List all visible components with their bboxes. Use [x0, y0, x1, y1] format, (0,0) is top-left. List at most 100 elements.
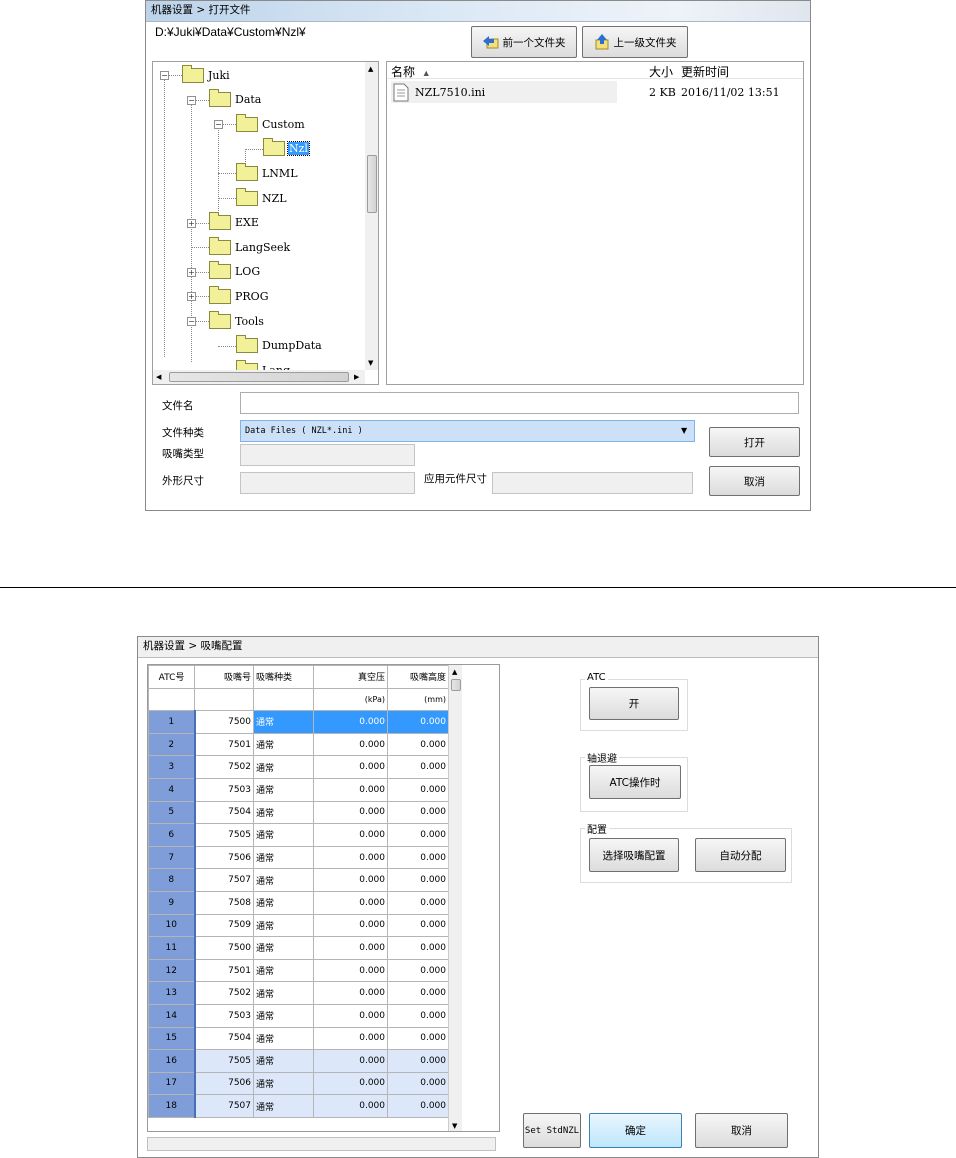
- tree-item-data[interactable]: Data: [209, 89, 262, 108]
- nozzle-number-cell[interactable]: 7503: [194, 1003, 254, 1028]
- vacuum-cell[interactable]: 0.000: [313, 868, 388, 892]
- table-row[interactable]: 7 7506 通常 0.000 0.000: [148, 845, 449, 870]
- grid-vertical-scrollbar[interactable]: ▲ ▼: [448, 665, 462, 1131]
- height-cell[interactable]: 0.000: [387, 777, 449, 802]
- ok-button[interactable]: 确定: [589, 1113, 682, 1148]
- tree-item-tools[interactable]: Tools: [209, 310, 265, 329]
- table-row[interactable]: 12 7501 通常 0.000 0.000: [148, 958, 449, 983]
- tree-item-lang[interactable]: Lang: [236, 359, 291, 370]
- nozzle-type-cell[interactable]: 通常: [253, 913, 314, 938]
- vacuum-cell[interactable]: 0.000: [313, 981, 388, 1005]
- vacuum-cell[interactable]: 0.000: [313, 890, 388, 915]
- tree-item-nzl[interactable]: NZL: [236, 187, 288, 206]
- vacuum-cell[interactable]: 0.000: [313, 755, 388, 779]
- collapse-icon[interactable]: −: [187, 95, 196, 105]
- table-row[interactable]: 14 7503 通常 0.000 0.000: [148, 1003, 449, 1028]
- nozzle-number-cell[interactable]: 7501: [194, 958, 254, 983]
- tree-scroll-thumb[interactable]: [367, 155, 377, 213]
- cancel-config-button[interactable]: 取消: [695, 1113, 788, 1148]
- tree-vertical-scrollbar[interactable]: ▲ ▼: [365, 62, 378, 370]
- nozzle-number-cell[interactable]: 7505: [194, 823, 254, 847]
- table-row[interactable]: 4 7503 通常 0.000 0.000: [148, 777, 449, 802]
- nozzle-number-cell[interactable]: 7509: [194, 913, 254, 938]
- nozzle-type-cell[interactable]: 通常: [253, 868, 314, 892]
- tree-item-log[interactable]: LOG: [209, 261, 261, 280]
- height-cell[interactable]: 0.000: [387, 800, 449, 825]
- filename-input[interactable]: [240, 392, 799, 414]
- scroll-up-icon[interactable]: ▲: [368, 65, 373, 73]
- scroll-down-icon[interactable]: ▼: [368, 359, 373, 367]
- height-cell[interactable]: 0.000: [387, 1071, 449, 1096]
- height-cell[interactable]: 0.000: [387, 1026, 449, 1051]
- nozzle-number-cell[interactable]: 7507: [194, 868, 254, 892]
- expand-icon[interactable]: +: [187, 218, 196, 228]
- height-cell[interactable]: 0.000: [387, 981, 449, 1005]
- table-row[interactable]: 13 7502 通常 0.000 0.000: [148, 981, 449, 1005]
- parent-folder-button[interactable]: 上一级文件夹: [582, 26, 688, 58]
- vacuum-cell[interactable]: 0.000: [313, 845, 388, 870]
- table-row[interactable]: 15 7504 通常 0.000 0.000: [148, 1026, 449, 1051]
- height-cell[interactable]: 0.000: [387, 1094, 449, 1118]
- nozzle-type-cell[interactable]: 通常: [253, 845, 314, 870]
- grid-scroll-up-icon[interactable]: ▲: [452, 668, 457, 676]
- nozzle-number-cell[interactable]: 7501: [194, 732, 254, 757]
- tree-item-lnml[interactable]: LNML: [236, 162, 299, 181]
- table-row[interactable]: 10 7509 通常 0.000 0.000: [148, 913, 449, 938]
- nozzle-number-cell[interactable]: 7503: [194, 777, 254, 802]
- table-row[interactable]: 1 7500 通常 0.000 0.000: [148, 710, 449, 734]
- nozzle-type-cell[interactable]: 通常: [253, 755, 314, 779]
- atc-on-button[interactable]: 开: [589, 687, 679, 720]
- previous-folder-button[interactable]: 前一个文件夹: [471, 26, 577, 58]
- vacuum-cell[interactable]: 0.000: [313, 936, 388, 960]
- height-cell[interactable]: 0.000: [387, 868, 449, 892]
- size-column-header[interactable]: 大小: [649, 63, 673, 80]
- nozzle-type-cell[interactable]: 通常: [253, 890, 314, 915]
- dropdown-arrow-icon[interactable]: ▼: [681, 426, 687, 435]
- height-cell[interactable]: 0.000: [387, 958, 449, 983]
- nozzle-number-cell[interactable]: 7504: [194, 1026, 254, 1051]
- vacuum-cell[interactable]: 0.000: [313, 1071, 388, 1096]
- table-row[interactable]: 11 7500 通常 0.000 0.000: [148, 936, 449, 960]
- nozzle-type-cell[interactable]: 通常: [253, 1049, 314, 1073]
- table-row[interactable]: 8 7507 通常 0.000 0.000: [148, 868, 449, 892]
- nozzle-type-cell[interactable]: 通常: [253, 958, 314, 983]
- time-column-header[interactable]: 更新时间: [681, 63, 729, 80]
- name-column-header[interactable]: 名称 ▲: [391, 63, 431, 80]
- scroll-left-icon[interactable]: ◀: [156, 373, 161, 381]
- folder-tree[interactable]: − Juki − Data − Custom Nzl LNML NZL + EXE LangSeek +…: [152, 61, 379, 385]
- nozzle-type-cell[interactable]: 通常: [253, 936, 314, 960]
- nozzle-type-cell[interactable]: 通常: [253, 710, 314, 734]
- nozzle-number-cell[interactable]: 7502: [194, 755, 254, 779]
- vacuum-cell[interactable]: 0.000: [313, 913, 388, 938]
- vacuum-cell[interactable]: 0.000: [313, 1026, 388, 1051]
- tree-item-nzl[interactable]: Nzl: [263, 138, 310, 157]
- table-row[interactable]: 5 7504 通常 0.000 0.000: [148, 800, 449, 825]
- grid-scroll-thumb[interactable]: [451, 679, 461, 691]
- open-button[interactable]: 打开: [709, 427, 800, 457]
- nozzle-type-cell[interactable]: 通常: [253, 777, 314, 802]
- height-cell[interactable]: 0.000: [387, 913, 449, 938]
- table-row[interactable]: 2 7501 通常 0.000 0.000: [148, 732, 449, 757]
- collapse-icon[interactable]: −: [160, 71, 169, 80]
- nozzle-number-cell[interactable]: 7508: [194, 890, 254, 915]
- nozzle-type-cell[interactable]: 通常: [253, 1071, 314, 1096]
- nozzle-type-cell[interactable]: 通常: [253, 823, 314, 847]
- nozzle-number-cell[interactable]: 7506: [194, 845, 254, 870]
- filetype-select[interactable]: Data Files ( NZL*.ini ) ▼: [240, 420, 695, 442]
- file-row[interactable]: NZL7510.ini: [391, 81, 617, 103]
- expand-icon[interactable]: +: [187, 292, 196, 302]
- nozzle-type-cell[interactable]: 通常: [253, 800, 314, 825]
- file-list[interactable]: 名称 ▲ 大小 更新时间 NZL7510.ini 2 KB 2016/11/02…: [386, 61, 804, 385]
- grid-scroll-down-icon[interactable]: ▼: [452, 1122, 457, 1130]
- tree-item-custom[interactable]: Custom: [236, 113, 306, 132]
- nozzle-type-cell[interactable]: 通常: [253, 1026, 314, 1051]
- atc-operation-button[interactable]: ATC操作时: [589, 765, 681, 799]
- height-cell[interactable]: 0.000: [387, 732, 449, 757]
- table-row[interactable]: 17 7506 通常 0.000 0.000: [148, 1071, 449, 1096]
- tree-horizontal-scrollbar[interactable]: ◀ ▶: [153, 370, 365, 384]
- nozzle-type-cell[interactable]: 通常: [253, 1003, 314, 1028]
- height-cell[interactable]: 0.000: [387, 1003, 449, 1028]
- nozzle-number-cell[interactable]: 7502: [194, 981, 254, 1005]
- nozzle-number-cell[interactable]: 7506: [194, 1071, 254, 1096]
- vacuum-cell[interactable]: 0.000: [313, 823, 388, 847]
